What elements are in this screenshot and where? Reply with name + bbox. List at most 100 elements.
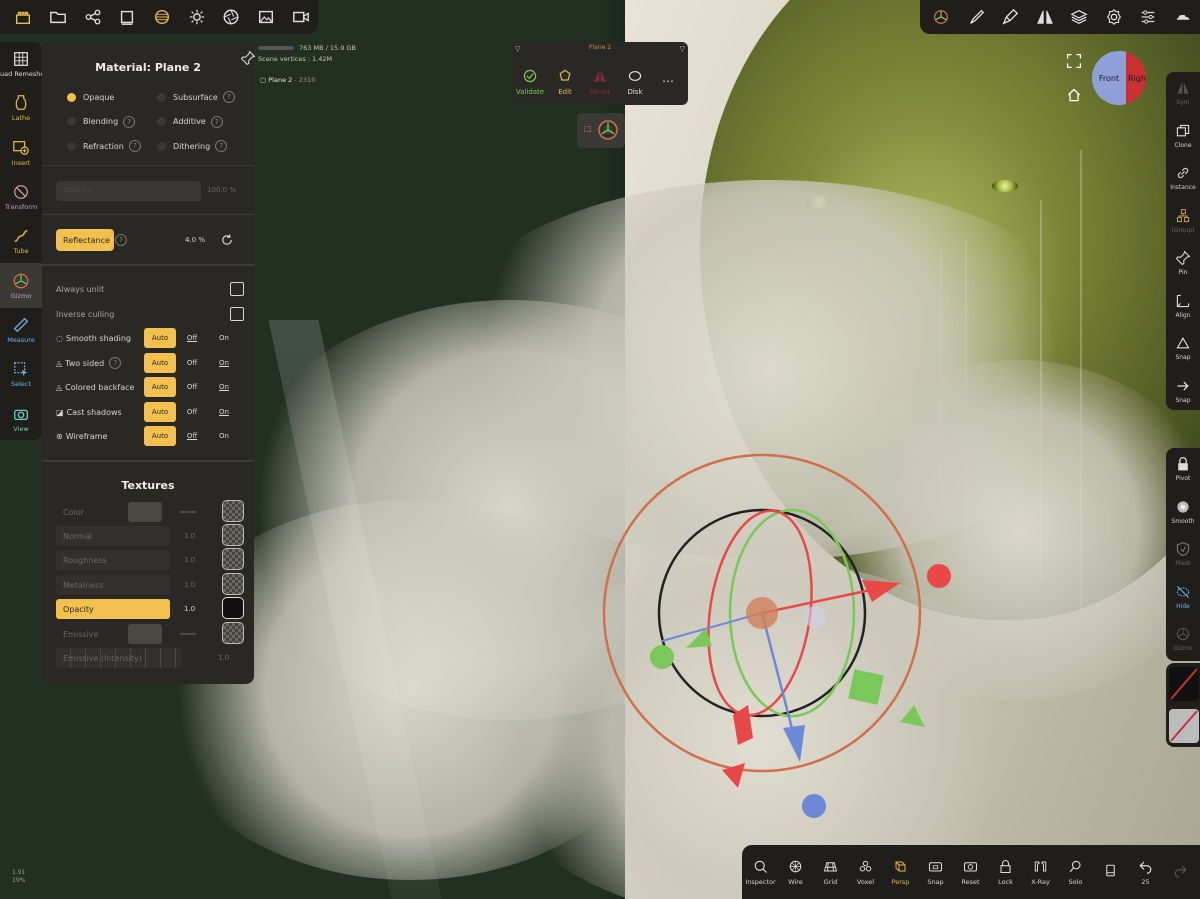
texture-emissive[interactable]: Emissive: [56, 622, 244, 644]
option-auto[interactable]: Auto: [144, 402, 176, 422]
more-button[interactable]: …: [662, 71, 674, 85]
help-icon[interactable]: ?: [115, 234, 127, 246]
help-icon[interactable]: ?: [123, 115, 136, 128]
help-icon[interactable]: ?: [222, 91, 235, 104]
undo-button[interactable]: 25: [1128, 845, 1163, 899]
video-icon[interactable]: [283, 0, 318, 34]
tool-quad-remesher[interactable]: Quad Remesher: [0, 42, 47, 86]
smooth-button[interactable]: Smooth: [1166, 491, 1200, 534]
active-object[interactable]: ▢ Plane 2 - 2310: [260, 76, 315, 84]
cloud-icon[interactable]: [1166, 0, 1200, 34]
mode-additive[interactable]: Additive?: [157, 115, 247, 128]
voxel-button[interactable]: Voxel: [848, 845, 883, 899]
option-off[interactable]: Off: [176, 353, 208, 373]
pivot-button[interactable]: Pivot: [1166, 448, 1200, 491]
option-auto[interactable]: Auto: [144, 328, 176, 348]
mask-button[interactable]: Mask: [1166, 533, 1200, 576]
color-swatch[interactable]: [128, 502, 162, 522]
edit-button[interactable]: Edit: [547, 68, 583, 96]
tool-transform[interactable]: Transform: [0, 175, 42, 219]
gizmo-toggle[interactable]: □: [577, 113, 625, 148]
help-icon[interactable]: ?: [210, 115, 223, 128]
xray-button[interactable]: X-Ray: [1023, 845, 1058, 899]
texture-metalness[interactable]: Metalness 1.0: [56, 573, 244, 595]
wire-button[interactable]: Wire: [778, 845, 813, 899]
lock-button[interactable]: Lock: [988, 845, 1023, 899]
gizmo-button[interactable]: Gizmo: [1166, 618, 1200, 661]
always-unlit-row[interactable]: Always unlit: [56, 279, 244, 299]
paint-icon[interactable]: [993, 0, 1028, 34]
tool-lathe[interactable]: Lathe: [0, 86, 42, 130]
help-icon[interactable]: ?: [128, 140, 141, 153]
collapse-icon[interactable]: ▽: [680, 45, 685, 53]
texture-thumb[interactable]: [222, 597, 244, 619]
gizmo-scale-x[interactable]: [927, 564, 951, 588]
settings-icon[interactable]: [1097, 0, 1132, 34]
pin-button[interactable]: Pin: [1166, 242, 1200, 285]
validate-button[interactable]: Validate: [512, 68, 548, 96]
option-auto[interactable]: Auto: [144, 377, 176, 397]
mode-dithering[interactable]: Dithering?: [157, 140, 247, 153]
persp-button[interactable]: Persp: [883, 845, 918, 899]
layers-icon[interactable]: [1062, 0, 1097, 34]
texture-thumb[interactable]: [222, 573, 244, 595]
swatch-secondary[interactable]: [1169, 709, 1199, 743]
gizmo-axis-z[interactable]: [760, 612, 797, 741]
sym-button[interactable]: Sym: [1166, 72, 1200, 115]
tool-measure[interactable]: Measure: [0, 308, 42, 352]
gizmo-center[interactable]: [746, 597, 778, 629]
share-icon[interactable]: [75, 0, 110, 34]
checkbox[interactable]: [230, 307, 244, 321]
texture-thumb[interactable]: [222, 500, 244, 522]
option-on[interactable]: On: [208, 328, 240, 348]
gizmo-scale-y[interactable]: [650, 645, 674, 669]
option-auto[interactable]: Auto: [144, 353, 176, 373]
gizmo-arrow-x[interactable]: [862, 580, 900, 602]
texture-emissive-intensity[interactable]: Emissive (Intensity) 1.0: [56, 648, 242, 668]
tool-gizmo[interactable]: Gizmo: [0, 263, 42, 308]
solo-button[interactable]: Solo: [1058, 845, 1093, 899]
reset-button[interactable]: Reset: [953, 845, 988, 899]
inverse-culling-row[interactable]: Inverse culling: [56, 304, 244, 324]
square-icon[interactable]: [110, 0, 145, 34]
view-cube-right[interactable]: Righ: [1126, 51, 1146, 105]
option-off[interactable]: Off: [176, 377, 208, 397]
opacity-slider[interactable]: Opacity 100.0 %: [56, 181, 242, 201]
mode-opaque[interactable]: Opaque: [67, 92, 157, 102]
aperture-icon[interactable]: [214, 0, 249, 34]
help-icon[interactable]: ?: [109, 357, 122, 369]
clone-button[interactable]: Clone: [1166, 115, 1200, 158]
gizmo-scale-z[interactable]: [802, 794, 826, 818]
symmetry-icon[interactable]: [1028, 0, 1063, 34]
texture-thumb[interactable]: [222, 548, 244, 570]
help-icon[interactable]: ?: [215, 140, 228, 153]
view-cube-front[interactable]: Front: [1092, 51, 1126, 105]
tool-insert[interactable]: Insert: [0, 131, 42, 175]
tool-select[interactable]: Select: [0, 352, 42, 396]
gizmo-plane-handle[interactable]: [848, 669, 884, 705]
pin-icon[interactable]: [240, 50, 256, 66]
option-on[interactable]: On: [208, 426, 240, 446]
mode-blending[interactable]: Blending?: [67, 115, 157, 128]
tool-view[interactable]: View: [0, 396, 42, 440]
option-off[interactable]: Off: [176, 328, 208, 348]
option-on[interactable]: On: [208, 353, 240, 373]
gizmo-plane-handle[interactable]: [900, 705, 925, 727]
instance-button[interactable]: Instance: [1166, 157, 1200, 200]
sun-icon[interactable]: [179, 0, 214, 34]
folder-icon[interactable]: [41, 0, 76, 34]
disk-button[interactable]: Disk: [617, 68, 653, 96]
color-swatch[interactable]: [128, 624, 162, 644]
snap-button[interactable]: Snap: [918, 845, 953, 899]
snap-arrow-button[interactable]: Snap: [1166, 370, 1200, 413]
option-on[interactable]: On: [208, 402, 240, 422]
reflectance-button[interactable]: Reflectance: [56, 229, 114, 251]
redo-button[interactable]: [1163, 845, 1198, 899]
gizmo-mode-icon[interactable]: [924, 0, 959, 34]
snap-triangle-button[interactable]: Snap: [1166, 327, 1200, 370]
tool-tube[interactable]: Tube: [0, 219, 42, 263]
mirror-button[interactable]: Mirror: [582, 68, 618, 96]
texture-icon[interactable]: [145, 0, 180, 34]
hide-button[interactable]: Hide: [1166, 576, 1200, 619]
fullscreen-icon[interactable]: [1066, 53, 1082, 69]
